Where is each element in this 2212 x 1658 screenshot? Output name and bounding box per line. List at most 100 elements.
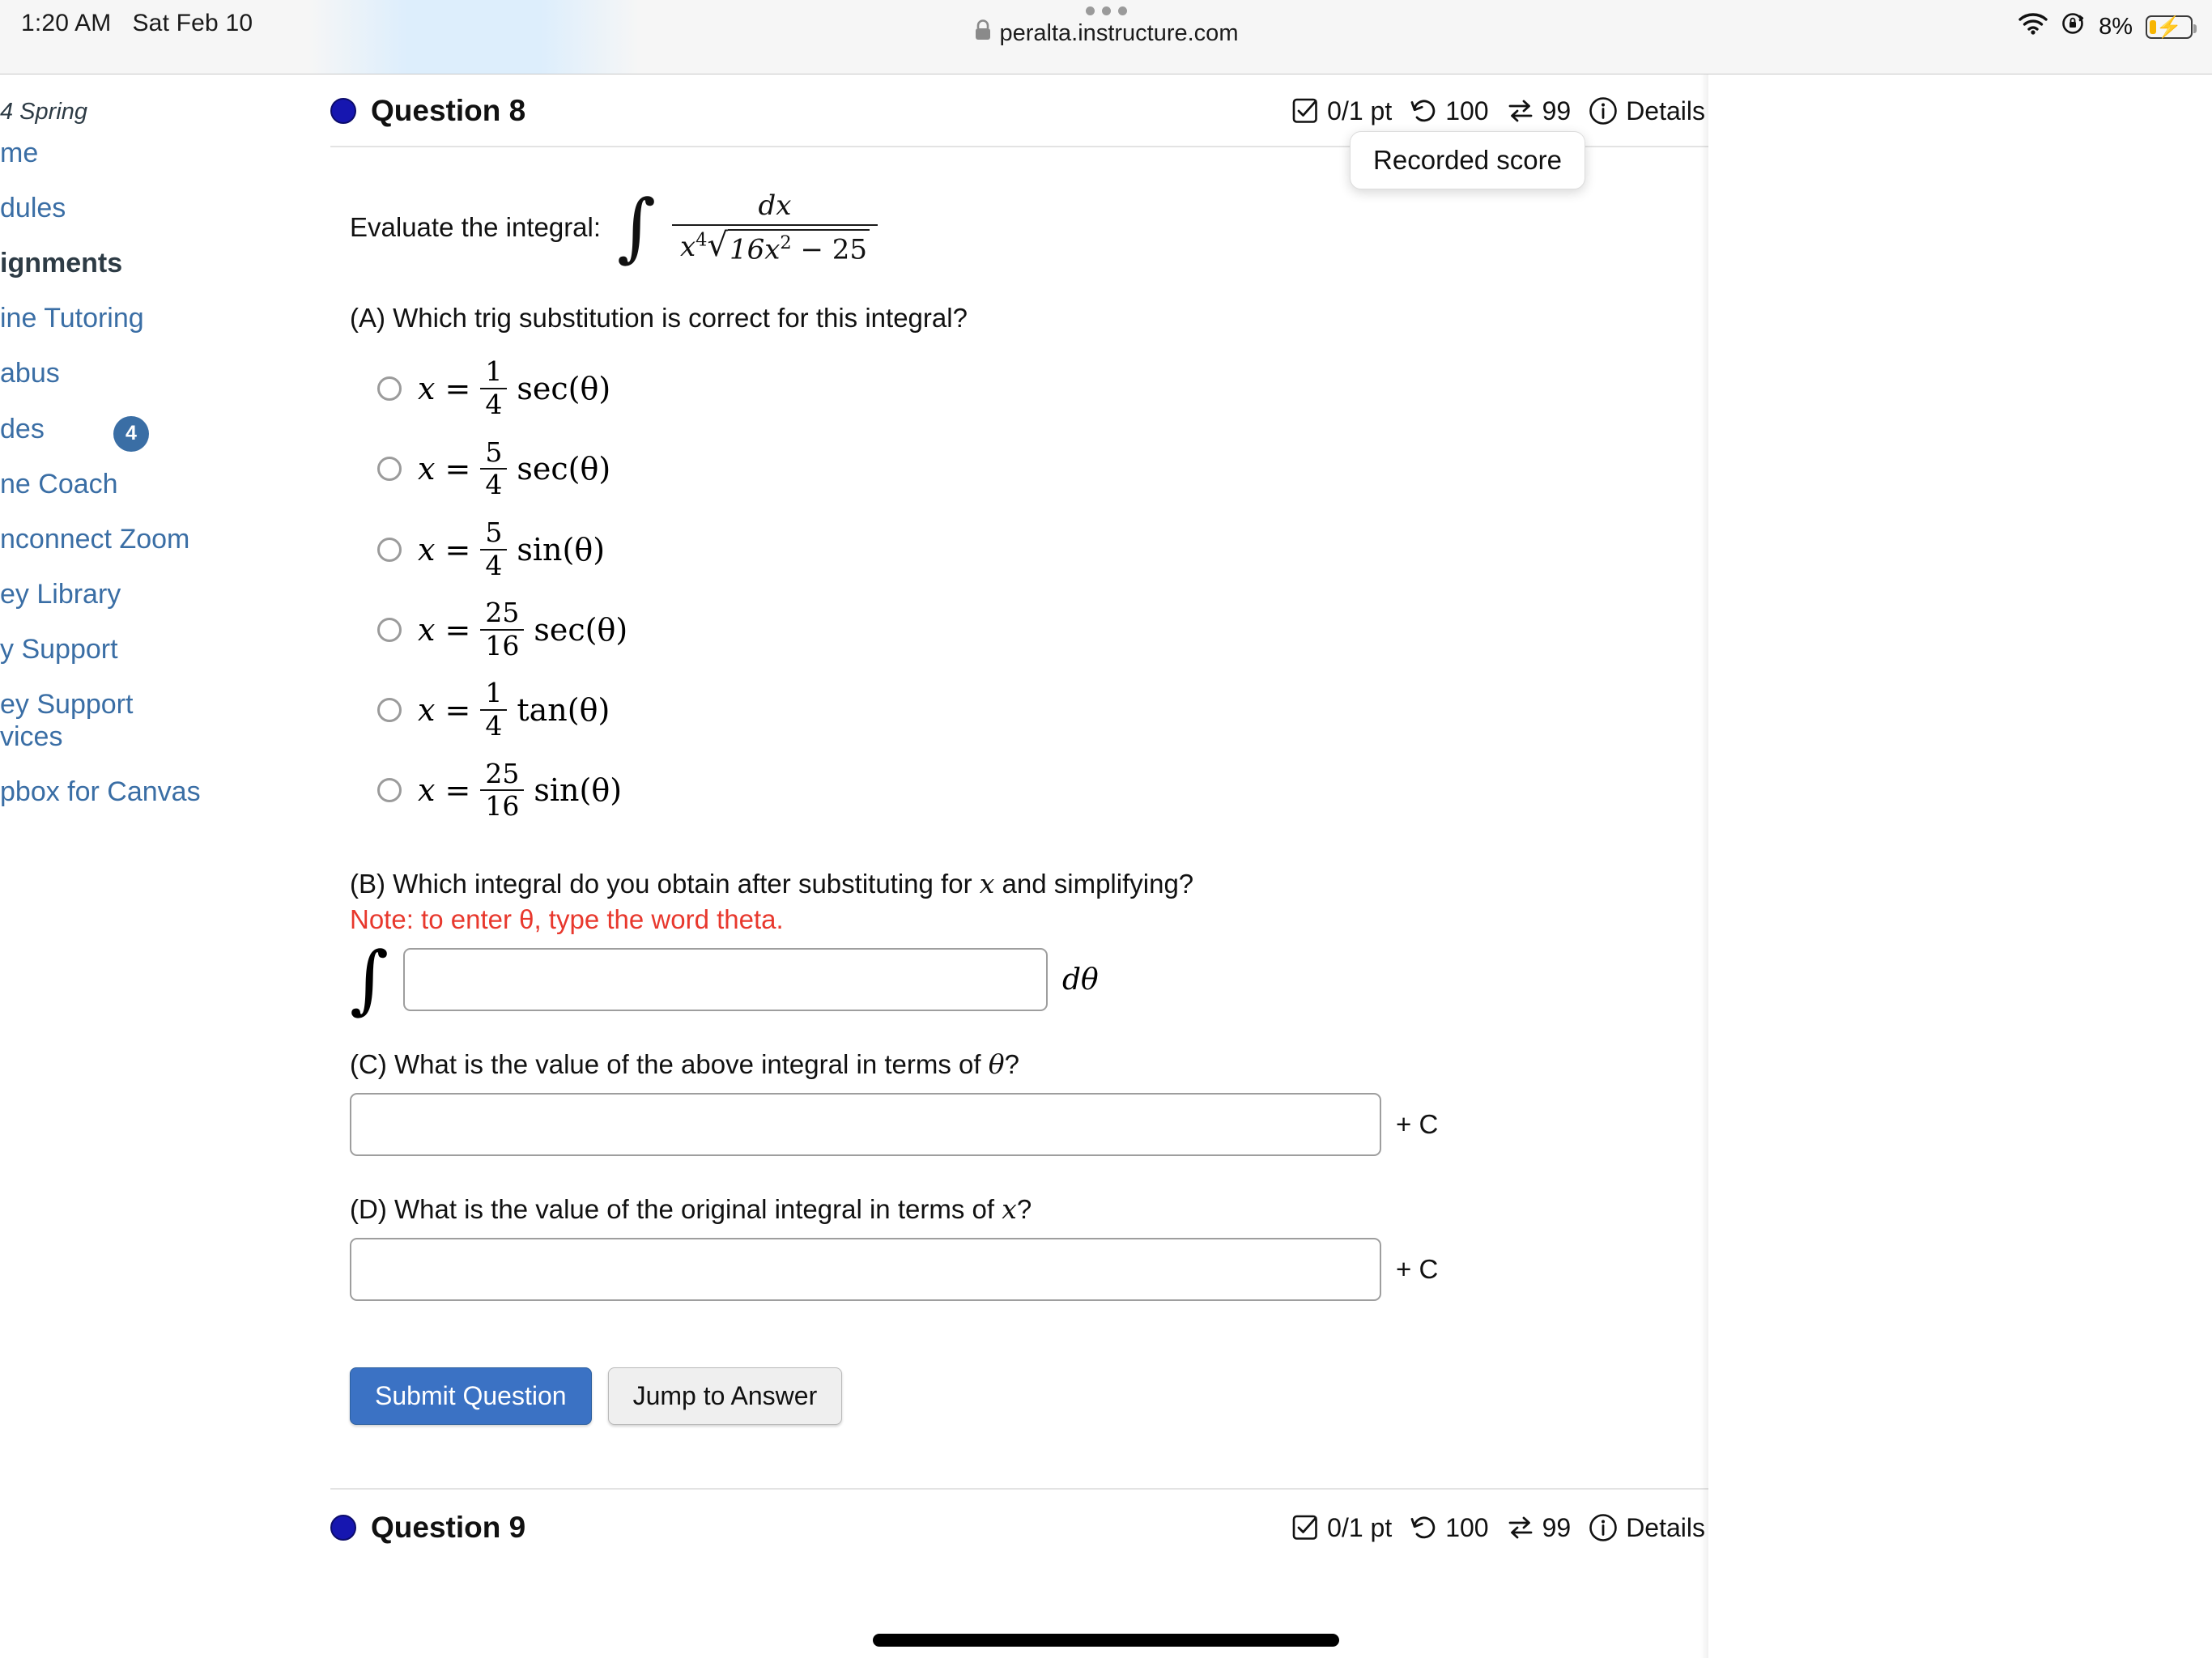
option-numerator: 25 <box>485 757 520 789</box>
retries-indicator[interactable]: 99 <box>1507 1512 1572 1543</box>
part-d-label-var: x <box>1002 1193 1017 1226</box>
option-math: x = 25 16 sec(θ) <box>418 599 627 660</box>
address-bar[interactable]: peralta.instructure.com <box>974 19 1238 48</box>
status-bar-right: 8% ⚡ <box>2018 11 2197 42</box>
part-d-input[interactable] <box>350 1238 1381 1302</box>
retries-indicator[interactable]: 99 <box>1507 96 1572 126</box>
battery-charging-icon: ⚡ <box>2146 15 2197 39</box>
attempts-label: 100 <box>1445 96 1489 125</box>
info-circle-icon <box>1589 96 1618 125</box>
checkbox-check-icon <box>1291 1514 1319 1541</box>
retries-label: 99 <box>1542 1512 1572 1542</box>
grades-badge: 4 <box>113 415 149 452</box>
question-actions: Submit Question Jump to Answer <box>350 1301 1708 1426</box>
sidebar-item-label: ey Library <box>0 578 121 610</box>
sidebar-item-modules[interactable]: dules <box>0 181 249 236</box>
sidebar-item-online-coach[interactable]: ne Coach <box>0 457 249 512</box>
sidebar-item-support-services[interactable]: ey Support vices <box>0 677 177 764</box>
info-circle-icon <box>1589 1513 1618 1542</box>
rotation-lock-icon <box>2061 11 2086 42</box>
next-question-title: Question 9 <box>371 1511 526 1545</box>
question-header: Question 8 0/1 pt 100 99 Details Recorde… <box>330 74 1708 189</box>
part-d-label-pre: (D) What is the value of the original in… <box>350 1194 1002 1225</box>
checkbox-check-icon <box>1291 97 1319 125</box>
option-lhs: x = <box>418 772 471 809</box>
points-label: 0/1 pt <box>1327 1512 1393 1542</box>
part-c-label-pre: (C) What is the value of the above integ… <box>350 1049 989 1080</box>
option-denominator: 16 <box>480 628 525 661</box>
sidebar-item-home[interactable]: me <box>0 125 249 181</box>
option-row[interactable]: x = 5 4 sin(θ) <box>377 509 1708 589</box>
sidebar-item-label: abus <box>0 358 60 389</box>
sidebar-item-syllabus[interactable]: abus <box>0 346 249 401</box>
details-button[interactable]: Details <box>1589 96 1705 126</box>
points-indicator[interactable]: 0/1 pt <box>1291 1513 1392 1543</box>
option-lhs: x = <box>418 370 471 406</box>
integral-numerator: dx <box>758 189 792 222</box>
retries-label: 99 <box>1542 96 1572 125</box>
option-row[interactable]: x = 1 4 tan(θ) <box>377 670 1708 750</box>
details-button[interactable]: Details <box>1589 1513 1705 1543</box>
attempts-indicator[interactable]: 100 <box>1410 1512 1489 1543</box>
sidebar-item-label: dules <box>0 193 66 224</box>
points-indicator[interactable]: 0/1 pt <box>1291 96 1392 126</box>
part-c-input[interactable] <box>350 1093 1381 1157</box>
sidebar-item-library[interactable]: ey Library <box>0 567 249 622</box>
part-a-options: x = 1 4 sec(θ) x = 5 4 sec(θ) x = 5 4 si… <box>350 334 1708 831</box>
sidebar-item-label: ne Coach <box>0 468 118 500</box>
part-b-input[interactable] <box>402 948 1048 1012</box>
option-denominator: 16 <box>480 789 525 821</box>
question-title-group: Question 8 <box>330 94 525 128</box>
prompt-text: Evaluate the integral: <box>350 212 602 243</box>
part-c-label-var: θ <box>988 1048 1005 1081</box>
sidebar-item-online-tutoring[interactable]: ine Tutoring <box>0 291 249 346</box>
option-denominator: 4 <box>480 468 508 500</box>
option-numerator: 25 <box>485 597 520 629</box>
sidebar-item-dropbox-for-canvas[interactable]: pbox for Canvas <box>0 764 249 819</box>
ipad-status-bar: 1:20 AM Sat Feb 10 peralta.instructure.c… <box>0 0 2212 74</box>
option-denominator: 4 <box>480 548 508 580</box>
radio-button[interactable] <box>377 537 402 562</box>
swap-arrows-icon <box>1507 97 1534 125</box>
radio-button[interactable] <box>377 698 402 723</box>
option-lhs: x = <box>418 531 471 568</box>
radio-button[interactable] <box>377 617 402 642</box>
details-label: Details <box>1626 1512 1705 1542</box>
option-row[interactable]: x = 25 16 sec(θ) <box>377 589 1708 670</box>
sidebar-item-grades[interactable]: des 4 <box>0 402 249 457</box>
theta-entry-note: Note: to enter θ, type the word theta. <box>350 904 784 935</box>
sidebar-item-support[interactable]: y Support <box>0 622 249 677</box>
plus-c-label: + C <box>1396 1109 1439 1140</box>
option-row[interactable]: x = 5 4 sec(θ) <box>377 429 1708 509</box>
question-body: Evaluate the integral: ∫ dx x4 √ 16x2 − 25… <box>330 147 1708 1426</box>
part-d-answer-row: + C <box>350 1225 1708 1302</box>
option-numerator: 5 <box>485 436 503 468</box>
jump-to-answer-button[interactable]: Jump to Answer <box>607 1367 843 1426</box>
option-row[interactable]: x = 25 16 sin(θ) <box>377 750 1708 831</box>
option-numerator: 5 <box>485 516 503 548</box>
quiz-question-content: Question 8 0/1 pt 100 99 Details Recorde… <box>330 74 1708 1658</box>
attempts-label: 100 <box>1445 1512 1489 1542</box>
option-denominator: 4 <box>480 387 508 419</box>
sidebar-item-assignments[interactable]: ignments <box>0 236 249 291</box>
submit-question-button[interactable]: Submit Question <box>350 1367 592 1426</box>
recorded-score-tooltip: Recorded score <box>1350 131 1585 189</box>
home-indicator[interactable] <box>873 1634 1339 1647</box>
radio-button[interactable] <box>377 778 402 803</box>
radio-button[interactable] <box>377 376 402 401</box>
radio-button[interactable] <box>377 457 402 482</box>
option-numerator: 1 <box>485 355 503 388</box>
battery-percent-label: 8% <box>2099 13 2133 40</box>
attempts-indicator[interactable]: 100 <box>1410 96 1489 126</box>
next-question-header: Question 9 0/1 pt 100 99 Details <box>330 1490 1708 1545</box>
option-function: sec(θ) <box>517 370 611 406</box>
browser-address-area[interactable]: peralta.instructure.com <box>0 6 2212 48</box>
option-lhs: x = <box>418 451 471 487</box>
sidebar-item-label: me <box>0 138 39 168</box>
sidebar-item-conconnect-zoom[interactable]: nconnect Zoom <box>0 512 249 567</box>
option-row[interactable]: x = 1 4 sec(θ) <box>377 348 1708 428</box>
part-b-label-pre: (B) Which integral do you obtain after s… <box>350 869 980 899</box>
sidebar-item-label: ignments <box>0 248 123 279</box>
tab-overview-dots-icon[interactable] <box>1085 6 1127 15</box>
page-title: Question 8 <box>371 94 526 127</box>
